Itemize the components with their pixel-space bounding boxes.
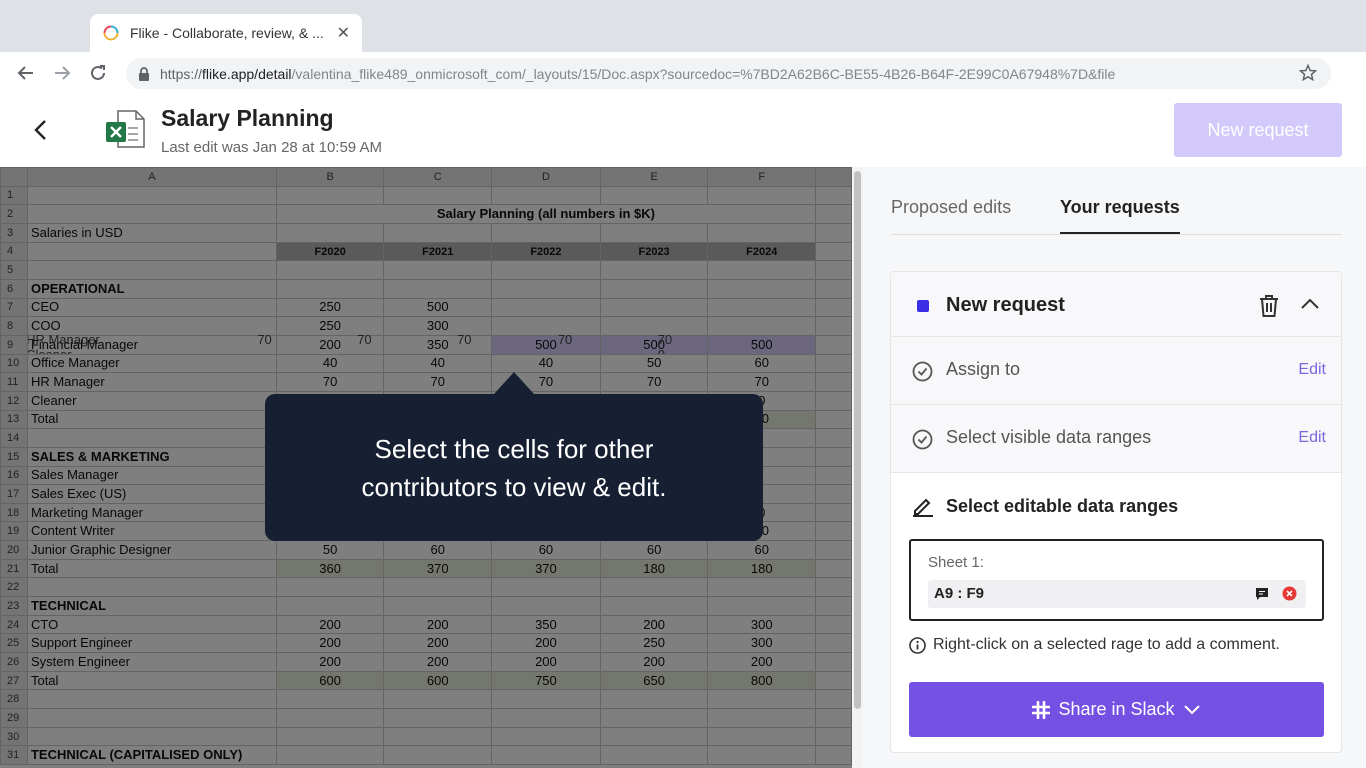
tab-proposed-edits[interactable]: Proposed edits bbox=[891, 197, 1011, 232]
cell[interactable] bbox=[457, 347, 558, 354]
new-request-card: New request Assign to Edit Select visibl… bbox=[890, 271, 1342, 753]
cell[interactable]: 70 bbox=[658, 335, 758, 347]
sheet-row: 11HR Manager7070707070 bbox=[28, 335, 790, 347]
reload-button[interactable] bbox=[80, 55, 116, 91]
cell[interactable]: 70 bbox=[257, 335, 357, 347]
browser-tabstrip: Flike - Collaborate, review, & ... ✕ bbox=[0, 0, 1366, 52]
document-title: Salary Planning bbox=[161, 105, 334, 131]
arrow-left-icon bbox=[17, 66, 33, 80]
request-panel: Proposed edits Your requests New request… bbox=[863, 167, 1366, 768]
request-title: New request bbox=[946, 294, 1065, 316]
card-header: New request bbox=[891, 272, 1341, 337]
editable-ranges-label: Select editable data ranges bbox=[946, 496, 1179, 516]
edit-visible-link[interactable]: Edit bbox=[1298, 429, 1326, 447]
url-protocol: https:// bbox=[160, 65, 203, 82]
remove-range-icon[interactable] bbox=[1282, 586, 1297, 601]
sheet-label: Sheet 1: bbox=[928, 554, 984, 571]
address-bar[interactable]: https://flike.app/detail/valentina_flike… bbox=[126, 58, 1331, 89]
cell[interactable] bbox=[257, 347, 357, 354]
cell[interactable]: 70 bbox=[357, 335, 457, 347]
app-header: Salary Planning Last edit was Jan 28 at … bbox=[0, 94, 1366, 167]
slack-button-label: Share in Slack bbox=[1058, 699, 1175, 719]
sheet-row: 12Cleaner0 bbox=[28, 347, 790, 354]
cell[interactable]: Cleaner bbox=[28, 347, 258, 354]
range-chip[interactable]: A9 : F9 bbox=[928, 580, 1306, 608]
lock-icon bbox=[139, 66, 149, 81]
trash-icon[interactable] bbox=[1258, 294, 1280, 318]
selected-row-highlight: ABCDEF12Salary Planning (all numbers in … bbox=[28, 335, 817, 354]
browser-tab[interactable]: Flike - Collaborate, review, & ... ✕ bbox=[90, 14, 362, 52]
tab-close-icon[interactable]: ✕ bbox=[337, 23, 350, 43]
flike-favicon-icon bbox=[103, 25, 119, 41]
new-request-button[interactable]: New request bbox=[1174, 103, 1342, 157]
back-button[interactable] bbox=[28, 116, 52, 144]
tab-title: Flike - Collaborate, review, & ... bbox=[130, 25, 324, 41]
chevron-left-icon bbox=[34, 120, 46, 140]
hint-text: Right-click on a selected rage to add a … bbox=[933, 636, 1280, 653]
step-visible-ranges: Select visible data ranges Edit bbox=[891, 405, 1341, 473]
bookmark-star-icon[interactable] bbox=[1295, 60, 1321, 86]
step-editable-ranges: Select editable data ranges bbox=[891, 474, 1341, 534]
tooltip-text: Select the cells for other contributors … bbox=[361, 433, 667, 502]
request-color-marker bbox=[917, 300, 929, 312]
tab-your-requests[interactable]: Your requests bbox=[1060, 197, 1180, 234]
spreadsheet-grid[interactable]: ABCDEF12Salary Planning (all numbers in … bbox=[28, 335, 790, 354]
panel-tabs: Proposed edits Your requests bbox=[891, 187, 1342, 235]
pencil-icon bbox=[913, 498, 933, 517]
slack-icon bbox=[1032, 700, 1051, 719]
cell[interactable] bbox=[758, 335, 790, 347]
cell[interactable]: 70 bbox=[558, 335, 658, 347]
cell[interactable] bbox=[357, 347, 457, 354]
range-text: A9 : F9 bbox=[934, 585, 985, 602]
url-path: /valentina_flike489_onmicrosoft_com/_lay… bbox=[291, 65, 1116, 82]
step-assign-to: Assign to Edit bbox=[891, 337, 1341, 405]
arrow-right-icon bbox=[55, 66, 71, 80]
reload-icon bbox=[91, 65, 105, 80]
url-host: flike.app/detail bbox=[202, 65, 292, 82]
info-icon bbox=[909, 636, 926, 654]
chevron-up-icon[interactable] bbox=[1299, 296, 1321, 312]
forward-nav-button[interactable] bbox=[44, 55, 80, 91]
cell[interactable] bbox=[558, 347, 658, 354]
range-input-box[interactable]: Sheet 1: A9 : F9 bbox=[909, 539, 1324, 621]
check-circle-icon bbox=[912, 429, 933, 450]
step-label-assign: Assign to bbox=[946, 359, 1021, 379]
onboarding-tooltip: Select the cells for other contributors … bbox=[265, 394, 763, 541]
share-in-slack-button[interactable]: Share in Slack bbox=[909, 682, 1324, 737]
comment-hint: Right-click on a selected rage to add a … bbox=[909, 636, 1280, 654]
last-edit-text: Last edit was Jan 28 at 10:59 AM bbox=[161, 139, 382, 156]
chevron-down-icon[interactable] bbox=[1183, 704, 1201, 716]
cell[interactable]: 70 bbox=[457, 335, 558, 347]
excel-file-icon bbox=[106, 110, 145, 148]
comment-icon[interactable] bbox=[1255, 587, 1269, 601]
tooltip-arrow bbox=[494, 372, 534, 394]
cell[interactable]: 0 bbox=[658, 347, 758, 354]
back-nav-button[interactable] bbox=[8, 55, 44, 91]
cell[interactable] bbox=[758, 347, 790, 354]
step-label-visible: Select visible data ranges bbox=[946, 427, 1152, 447]
sheet-scrollbar-thumb[interactable] bbox=[854, 171, 861, 709]
edit-assign-link[interactable]: Edit bbox=[1298, 361, 1326, 379]
check-circle-icon bbox=[912, 361, 933, 382]
cell[interactable]: HR Manager bbox=[28, 335, 258, 347]
